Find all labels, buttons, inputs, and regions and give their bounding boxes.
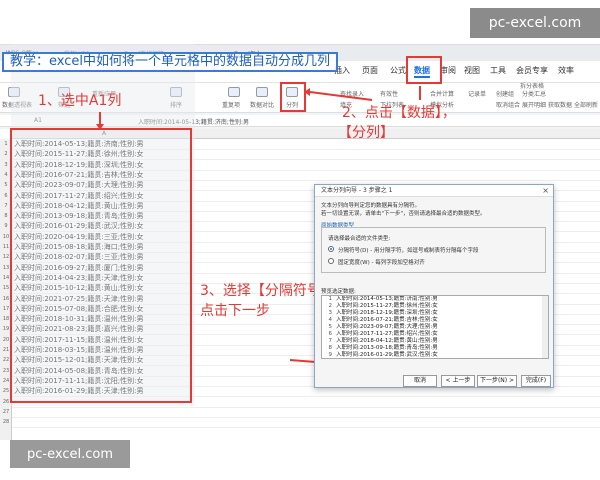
preview-label: 预览选定数据: [321, 289, 356, 295]
finish-button[interactable]: 完成(F) [521, 375, 551, 387]
preview-row-number: 8 [328, 345, 333, 351]
menu-efficiency[interactable]: 效率 [558, 65, 574, 76]
preview-row-number: 3 [328, 310, 333, 316]
preview-row-text: 入职时间:2018-04-12;籍贯:黄山;性别:男 [336, 338, 438, 344]
preview-scrollbar[interactable] [542, 296, 548, 358]
delimited-radio[interactable] [328, 246, 334, 252]
preview-row-number: 9 [328, 352, 333, 358]
back-button[interactable]: < 上一步 [441, 375, 475, 387]
preview-row-text: 入职时间:2018-12-19;籍贯:深圳;性别:女 [336, 310, 438, 316]
preview-row-text: 入职时间:2017-11-27;籍贯:绍兴;性别:女 [336, 331, 438, 337]
annotation-step1: 1、选中A1列 [38, 93, 122, 109]
preview-row: 6 入职时间:2017-11-27;籍贯:绍兴;性别:女 [322, 331, 438, 338]
preview-row-number: 6 [328, 331, 333, 337]
preview-row-text: 入职时间:2023-09-07;籍贯:大理;性别:男 [336, 324, 438, 330]
preview-row-number: 1 [328, 296, 333, 302]
next-button[interactable]: 下一步(N) > [477, 375, 517, 387]
watermark-top: pc-excel.com [470, 8, 600, 38]
preview-row: 2 入职时间:2015-11-27;籍贯:徐州;性别:女 [322, 303, 438, 310]
delimited-label[interactable]: 分隔符号(D) - 用分隔字符，如逗号或制表符分隔每个字段 [338, 246, 479, 254]
dialog-intro-1: 文本分列向导判定您的数据具有分隔符。 [321, 203, 421, 209]
menu-formula[interactable]: 公式 [390, 65, 406, 76]
ungroup-button[interactable]: 取消组合 [496, 100, 520, 109]
annotation-step3-line2: 点击下一步 [200, 303, 270, 319]
split-button-highlight-box [280, 82, 306, 112]
fixed-width-label[interactable]: 固定宽度(W) - 每列字段加空格对齐 [338, 258, 425, 266]
group-prompt: 请选择最合适的文件类型: [328, 236, 391, 242]
duplicates-button[interactable]: 重复项 [222, 100, 240, 109]
column-a-selection-box [10, 128, 192, 403]
tutorial-banner: 教学：excel中如何将一个单元格中的数据自动分成几列 [2, 52, 338, 72]
header-area: pc-excel.com [0, 0, 600, 46]
preview-row-text: 入职时间:2014-05-13;籍贯:济南;性别:男 [336, 296, 438, 302]
duplicates-icon[interactable] [228, 87, 240, 97]
get-data-button[interactable]: 获取数据 [548, 100, 572, 109]
row-number[interactable]: 28 [0, 417, 12, 427]
preview-row: 8 入职时间:2013-09-18;籍贯:青岛;性别:男 [322, 345, 438, 352]
preview-row-text: 入职时间:2016-07-21;籍贯:吉林;性别:女 [336, 317, 438, 323]
preview-row-text: 入职时间:2013-09-18;籍贯:青岛;性别:男 [336, 345, 438, 351]
text-to-columns-dialog: 文本分列向导 - 3 步骤之 1 × 文本分列向导判定您的数据具有分隔符。 若一… [314, 184, 554, 388]
consolidate-button[interactable]: 合并计算 [430, 89, 454, 98]
close-icon[interactable]: × [542, 185, 549, 197]
preview-row-number: 2 [328, 303, 333, 309]
preview-row-number: 4 [328, 317, 333, 323]
preview-row: 5 入职时间:2023-09-07;籍贯:大理;性别:男 [322, 324, 438, 331]
preview-row: 1 入职时间:2014-05-13;籍贯:济南;性别:男 [322, 296, 438, 303]
row-number[interactable]: 27 [0, 407, 12, 417]
menu-review[interactable]: 审阅 [440, 65, 456, 76]
subtotal-button[interactable]: 分类汇总 [522, 89, 546, 98]
row-gridline [12, 427, 600, 429]
compare-icon[interactable] [256, 87, 268, 97]
preview-row: 3 入职时间:2018-12-19;籍贯:深圳;性别:女 [322, 310, 438, 317]
annotation-step2-line2: 【分列】 [338, 125, 394, 141]
data-menu-highlight-box [406, 56, 442, 84]
group-button[interactable]: 创建组 [496, 89, 514, 98]
dialog-intro-2: 若一切设置无误，请单击"下一步"，否则请选择最合适的数据类型。 [321, 211, 486, 217]
dialog-title: 文本分列向导 - 3 步骤之 1 [315, 185, 553, 197]
preview-row-text: 入职时间:2016-01-29;籍贯:武汉;性别:女 [336, 352, 438, 358]
preview-row-text: 入职时间:2015-11-27;籍贯:徐州;性别:女 [336, 303, 438, 309]
menu-member[interactable]: 会员专享 [516, 65, 548, 76]
watermark-bottom: pc-excel.com [10, 440, 130, 468]
preview-row: 7 入职时间:2018-04-12;籍贯:黄山;性别:男 [322, 338, 438, 345]
row-gridline [12, 416, 600, 418]
preview-row-number: 5 [328, 324, 333, 330]
record-button[interactable]: 记录单 [468, 89, 486, 98]
preview-box: 1 入职时间:2014-05-13;籍贯:济南;性别:男 2 入职时间:2015-11… [321, 295, 549, 359]
split-table-button[interactable]: 拆分表格 [520, 81, 544, 90]
cancel-button[interactable]: 取消 [403, 375, 437, 387]
row-gridline [12, 406, 600, 408]
annotation-step2-line1: 2、点击【数据】， [342, 105, 456, 121]
refresh-all-button[interactable]: 全部刷新 [574, 100, 598, 109]
menu-view[interactable]: 视图 [464, 65, 480, 76]
preview-row: 9 入职时间:2016-01-29;籍贯:武汉;性别:女 [322, 352, 438, 358]
preview-row-number: 7 [328, 338, 333, 344]
validity-button[interactable]: 有效性 [380, 89, 398, 98]
data-type-group: 请选择最合适的文件类型: 分隔符号(D) - 用分隔字符，如逗号或制表符分隔每个… [321, 227, 546, 273]
fixed-width-radio[interactable] [328, 258, 334, 264]
menu-page[interactable]: 页面 [362, 65, 378, 76]
compare-button[interactable]: 数据对比 [250, 100, 274, 109]
preview-row: 4 入职时间:2016-07-21;籍贯:吉林;性别:女 [322, 317, 438, 324]
expand-button[interactable]: 展开明细 [522, 100, 546, 109]
menu-tools[interactable]: 工具 [490, 65, 506, 76]
find-entry-button[interactable]: 查找录入 [340, 89, 364, 98]
